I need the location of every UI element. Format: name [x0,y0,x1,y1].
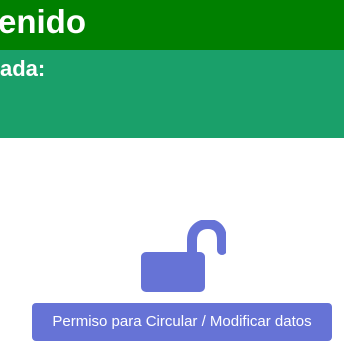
subheader-label: ada: [0,56,46,81]
unlock-icon [141,220,226,292]
header-bar: enido [0,0,344,50]
permiso-circular-button[interactable]: Permiso para Circular / Modificar datos [32,303,332,341]
subheader-bar: ada: [0,50,344,138]
page-title: enido [0,3,86,40]
page: enido ada: Permiso para Circular / Modif… [0,0,344,356]
